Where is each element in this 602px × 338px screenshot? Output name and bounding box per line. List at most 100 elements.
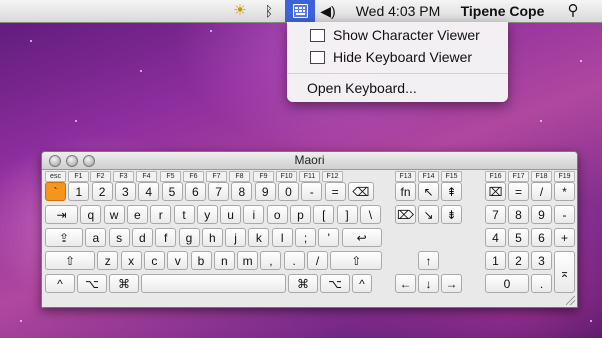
key[interactable]: p xyxy=(290,205,311,224)
numpad-key[interactable]: / xyxy=(531,182,552,201)
key[interactable]: - xyxy=(301,182,323,201)
sun-icon[interactable]: ☀ xyxy=(229,0,251,22)
key[interactable]: ⌫ xyxy=(347,182,374,201)
numpad-key[interactable]: 0 xyxy=(485,274,529,293)
modifier-key[interactable]: ⌘ xyxy=(109,274,139,293)
function-key[interactable]: esc xyxy=(45,171,66,182)
key[interactable]: ⇧ xyxy=(45,251,95,270)
key[interactable]: a xyxy=(85,228,107,247)
key[interactable]: ⇥ xyxy=(45,205,78,224)
input-menu-button[interactable] xyxy=(285,0,315,22)
key[interactable]: d xyxy=(131,228,153,247)
modifier-key[interactable]: ^ xyxy=(352,274,372,293)
key[interactable]: ' xyxy=(318,228,340,247)
key[interactable]: = xyxy=(324,182,346,201)
navigation-key[interactable]: ← xyxy=(395,274,416,293)
key[interactable]: ` xyxy=(45,182,66,201)
function-key[interactable]: F5 xyxy=(160,171,181,182)
key[interactable]: 6 xyxy=(184,182,206,201)
function-key[interactable]: F4 xyxy=(136,171,157,182)
key[interactable]: / xyxy=(307,251,328,270)
navigation-key[interactable]: ↓ xyxy=(418,274,439,293)
key[interactable]: v xyxy=(167,251,189,270)
key[interactable]: , xyxy=(260,251,282,270)
function-key[interactable]: F2 xyxy=(90,171,111,182)
function-key[interactable]: F14 xyxy=(418,171,439,182)
navigation-key[interactable]: ⌦ xyxy=(395,205,416,224)
key[interactable]: x xyxy=(120,251,142,270)
key[interactable]: o xyxy=(266,205,288,224)
key[interactable]: l xyxy=(271,228,293,247)
menu-item-show-character-viewer[interactable]: Show Character Viewer xyxy=(287,25,508,46)
key[interactable]: r xyxy=(150,205,172,224)
key[interactable]: 8 xyxy=(231,182,253,201)
key[interactable]: ⇧ xyxy=(330,251,383,270)
function-key[interactable]: F8 xyxy=(229,171,250,182)
numpad-key[interactable]: 7 xyxy=(485,205,506,224)
menu-item-hide-keyboard-viewer[interactable]: Hide Keyboard Viewer xyxy=(287,47,508,68)
key[interactable]: j xyxy=(225,228,247,247)
key[interactable]: w xyxy=(103,205,125,224)
key[interactable]: y xyxy=(196,205,218,224)
numpad-key[interactable]: ⌅ xyxy=(554,251,575,293)
key[interactable]: 7 xyxy=(208,182,230,201)
key[interactable]: ⇪ xyxy=(45,228,83,247)
key[interactable]: g xyxy=(178,228,200,247)
key[interactable]: [ xyxy=(313,205,335,224)
function-key[interactable]: F11 xyxy=(299,171,320,182)
key[interactable]: 5 xyxy=(161,182,183,201)
key[interactable]: s xyxy=(108,228,130,247)
numpad-key[interactable]: 4 xyxy=(485,228,506,247)
function-key[interactable]: F3 xyxy=(113,171,134,182)
numpad-key[interactable]: 9 xyxy=(531,205,552,224)
key[interactable]: 0 xyxy=(278,182,299,201)
key[interactable]: ; xyxy=(295,228,316,247)
numpad-key[interactable]: ⌧ xyxy=(485,182,506,201)
function-key[interactable]: F16 xyxy=(485,171,506,182)
modifier-key[interactable]: ⌥ xyxy=(77,274,107,293)
key[interactable]: 1 xyxy=(68,182,90,201)
key[interactable]: q xyxy=(80,205,102,224)
modifier-key[interactable]: ^ xyxy=(45,274,75,293)
numpad-key[interactable]: 6 xyxy=(531,228,552,247)
key[interactable]: z xyxy=(97,251,119,270)
key[interactable]: 4 xyxy=(138,182,160,201)
numpad-key[interactable]: + xyxy=(554,228,575,247)
key[interactable]: . xyxy=(283,251,305,270)
numpad-key[interactable]: 8 xyxy=(508,205,529,224)
function-key[interactable]: F18 xyxy=(531,171,552,182)
volume-icon[interactable]: ◀) xyxy=(318,0,338,22)
modifier-key[interactable]: ⌥ xyxy=(320,274,350,293)
key[interactable]: b xyxy=(190,251,212,270)
modifier-key[interactable]: ⌘ xyxy=(288,274,318,293)
numpad-key[interactable]: * xyxy=(554,182,575,201)
function-key[interactable]: F9 xyxy=(253,171,274,182)
numpad-key[interactable]: 2 xyxy=(508,251,529,270)
user-menu[interactable]: Tipene Cope xyxy=(455,0,550,22)
key[interactable]: ] xyxy=(336,205,358,224)
key[interactable]: f xyxy=(155,228,177,247)
resize-handle[interactable] xyxy=(566,296,575,305)
window-title-bar[interactable]: Maori xyxy=(42,152,577,170)
key[interactable]: k xyxy=(248,228,270,247)
space-bar[interactable] xyxy=(141,274,286,293)
key[interactable]: h xyxy=(201,228,223,247)
key[interactable]: t xyxy=(173,205,195,224)
key[interactable]: n xyxy=(213,251,235,270)
numpad-key[interactable]: - xyxy=(554,205,575,224)
key[interactable]: ↩ xyxy=(341,228,382,247)
function-key[interactable]: F7 xyxy=(206,171,227,182)
numpad-key[interactable]: 1 xyxy=(485,251,506,270)
function-key[interactable]: F1 xyxy=(68,171,89,182)
numpad-key[interactable]: . xyxy=(531,274,552,293)
key[interactable]: 2 xyxy=(91,182,113,201)
numpad-key[interactable]: = xyxy=(508,182,529,201)
function-key[interactable]: F13 xyxy=(395,171,416,182)
navigation-key[interactable]: ↖ xyxy=(418,182,439,201)
key[interactable]: i xyxy=(243,205,265,224)
function-key[interactable]: F12 xyxy=(322,171,343,182)
bluetooth-icon[interactable]: ᛒ xyxy=(258,0,280,22)
key[interactable]: u xyxy=(220,205,242,224)
menu-item-open-keyboard[interactable]: Open Keyboard... xyxy=(287,78,508,99)
key[interactable]: 9 xyxy=(254,182,276,201)
